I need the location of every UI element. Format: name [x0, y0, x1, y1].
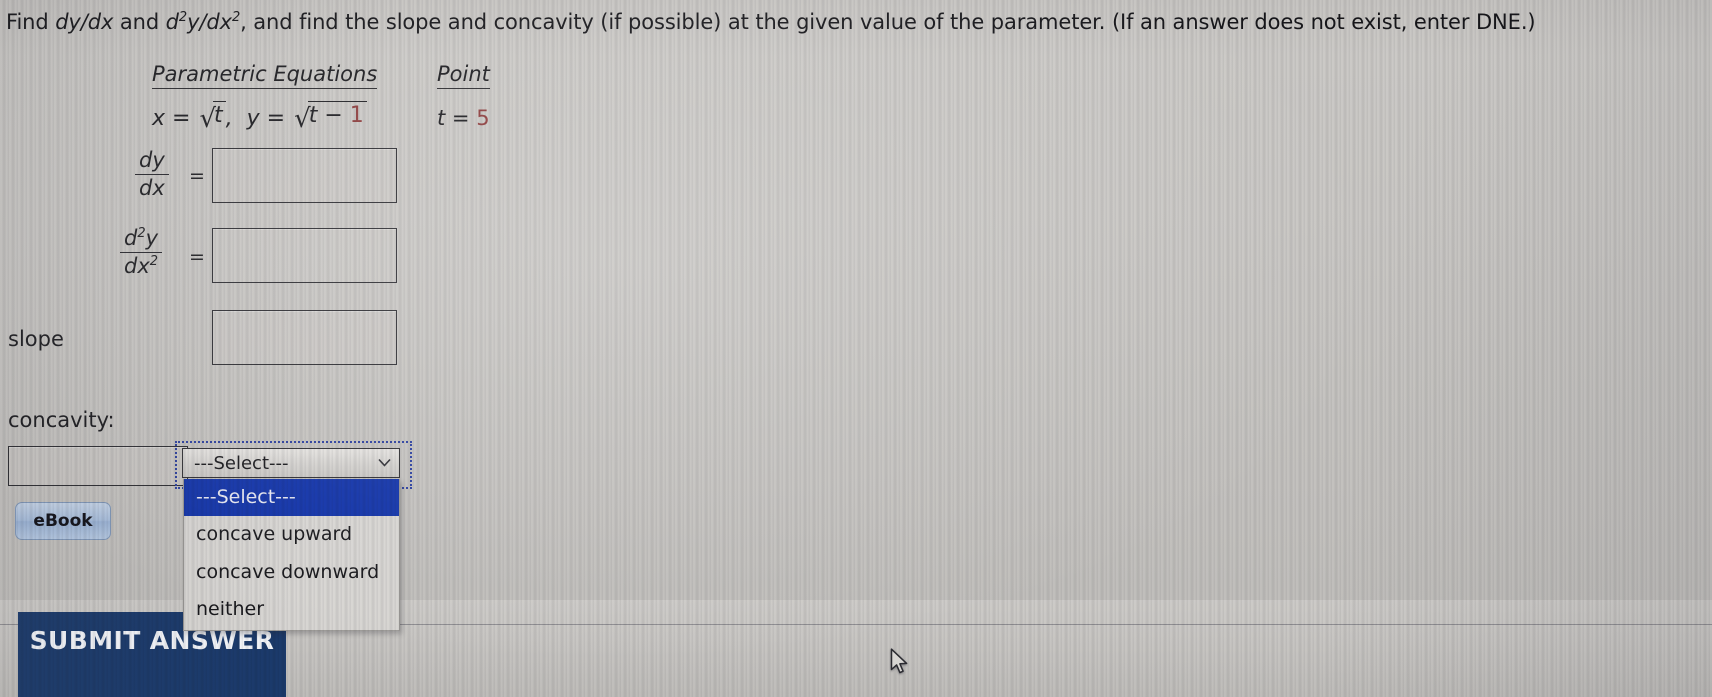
problem-prompt: Find dy/dx and d2y/dx2, and find the slo… [6, 10, 1706, 34]
dydx-fraction-label: dy dx [135, 148, 169, 201]
concavity-select-dropdown[interactable]: ---Select--- concave upward concave down… [183, 479, 400, 632]
parametric-equations-value: x = √t, y = √t − 1 [152, 101, 367, 132]
d2ydx2-equals-sign: = [189, 246, 205, 268]
select-option-concave-downward[interactable]: concave downward [184, 554, 399, 591]
d2ydx2-numerator: d2y [124, 226, 159, 250]
point-t-value: 5 [476, 106, 490, 130]
slope-answer-input[interactable] [212, 310, 397, 365]
dydx-answer-input[interactable] [212, 148, 397, 203]
concavity-select[interactable]: ---Select--- [182, 448, 400, 478]
select-option-concave-upward[interactable]: concave upward [184, 516, 399, 553]
problem-screen: Find dy/dx and d2y/dx2, and find the slo… [0, 0, 1712, 697]
prompt-text-3: , and find the slope and concavity (if p… [240, 10, 1536, 34]
point-header: Point [437, 62, 490, 89]
prompt-d2ydx2: d2y/dx2 [165, 10, 241, 34]
equation-y-lhs: y = [246, 106, 293, 131]
select-option-placeholder[interactable]: ---Select--- [184, 479, 399, 517]
d2ydx2-fraction-label: d2y dx2 [120, 226, 163, 279]
radicand-t: t [213, 101, 226, 128]
concavity-label: concavity: [8, 408, 115, 432]
d2ydx2-denominator: dx2 [124, 253, 159, 278]
equation-comma: , [225, 106, 240, 131]
prompt-text-2: and [113, 10, 166, 34]
equation-x-lhs: x = [152, 106, 198, 131]
select-option-neither[interactable]: neither [184, 591, 399, 628]
radicand-t-minus-1: t − 1 [307, 101, 367, 128]
chevron-down-icon [373, 458, 399, 469]
point-value: t = 5 [437, 106, 490, 130]
concavity-select-value: ---Select--- [194, 452, 289, 474]
slope-label: slope [8, 327, 64, 351]
sqrt-t: √t [197, 101, 226, 132]
parametric-equations-header: Parametric Equations [152, 62, 378, 89]
dydx-numerator: dy [139, 148, 165, 172]
point-lhs: t = [437, 106, 477, 130]
concavity-text-input[interactable] [8, 446, 188, 486]
dydx-equals-sign: = [189, 165, 205, 187]
prompt-dydx: dy/dx [55, 10, 114, 34]
dydx-denominator: dx [139, 175, 165, 200]
mouse-cursor [890, 648, 910, 680]
sqrt-t-minus-1: √t − 1 [292, 101, 367, 132]
ebook-button[interactable]: eBook [15, 502, 111, 540]
prompt-text-1: Find [6, 10, 56, 34]
d2ydx2-answer-input[interactable] [212, 228, 397, 283]
